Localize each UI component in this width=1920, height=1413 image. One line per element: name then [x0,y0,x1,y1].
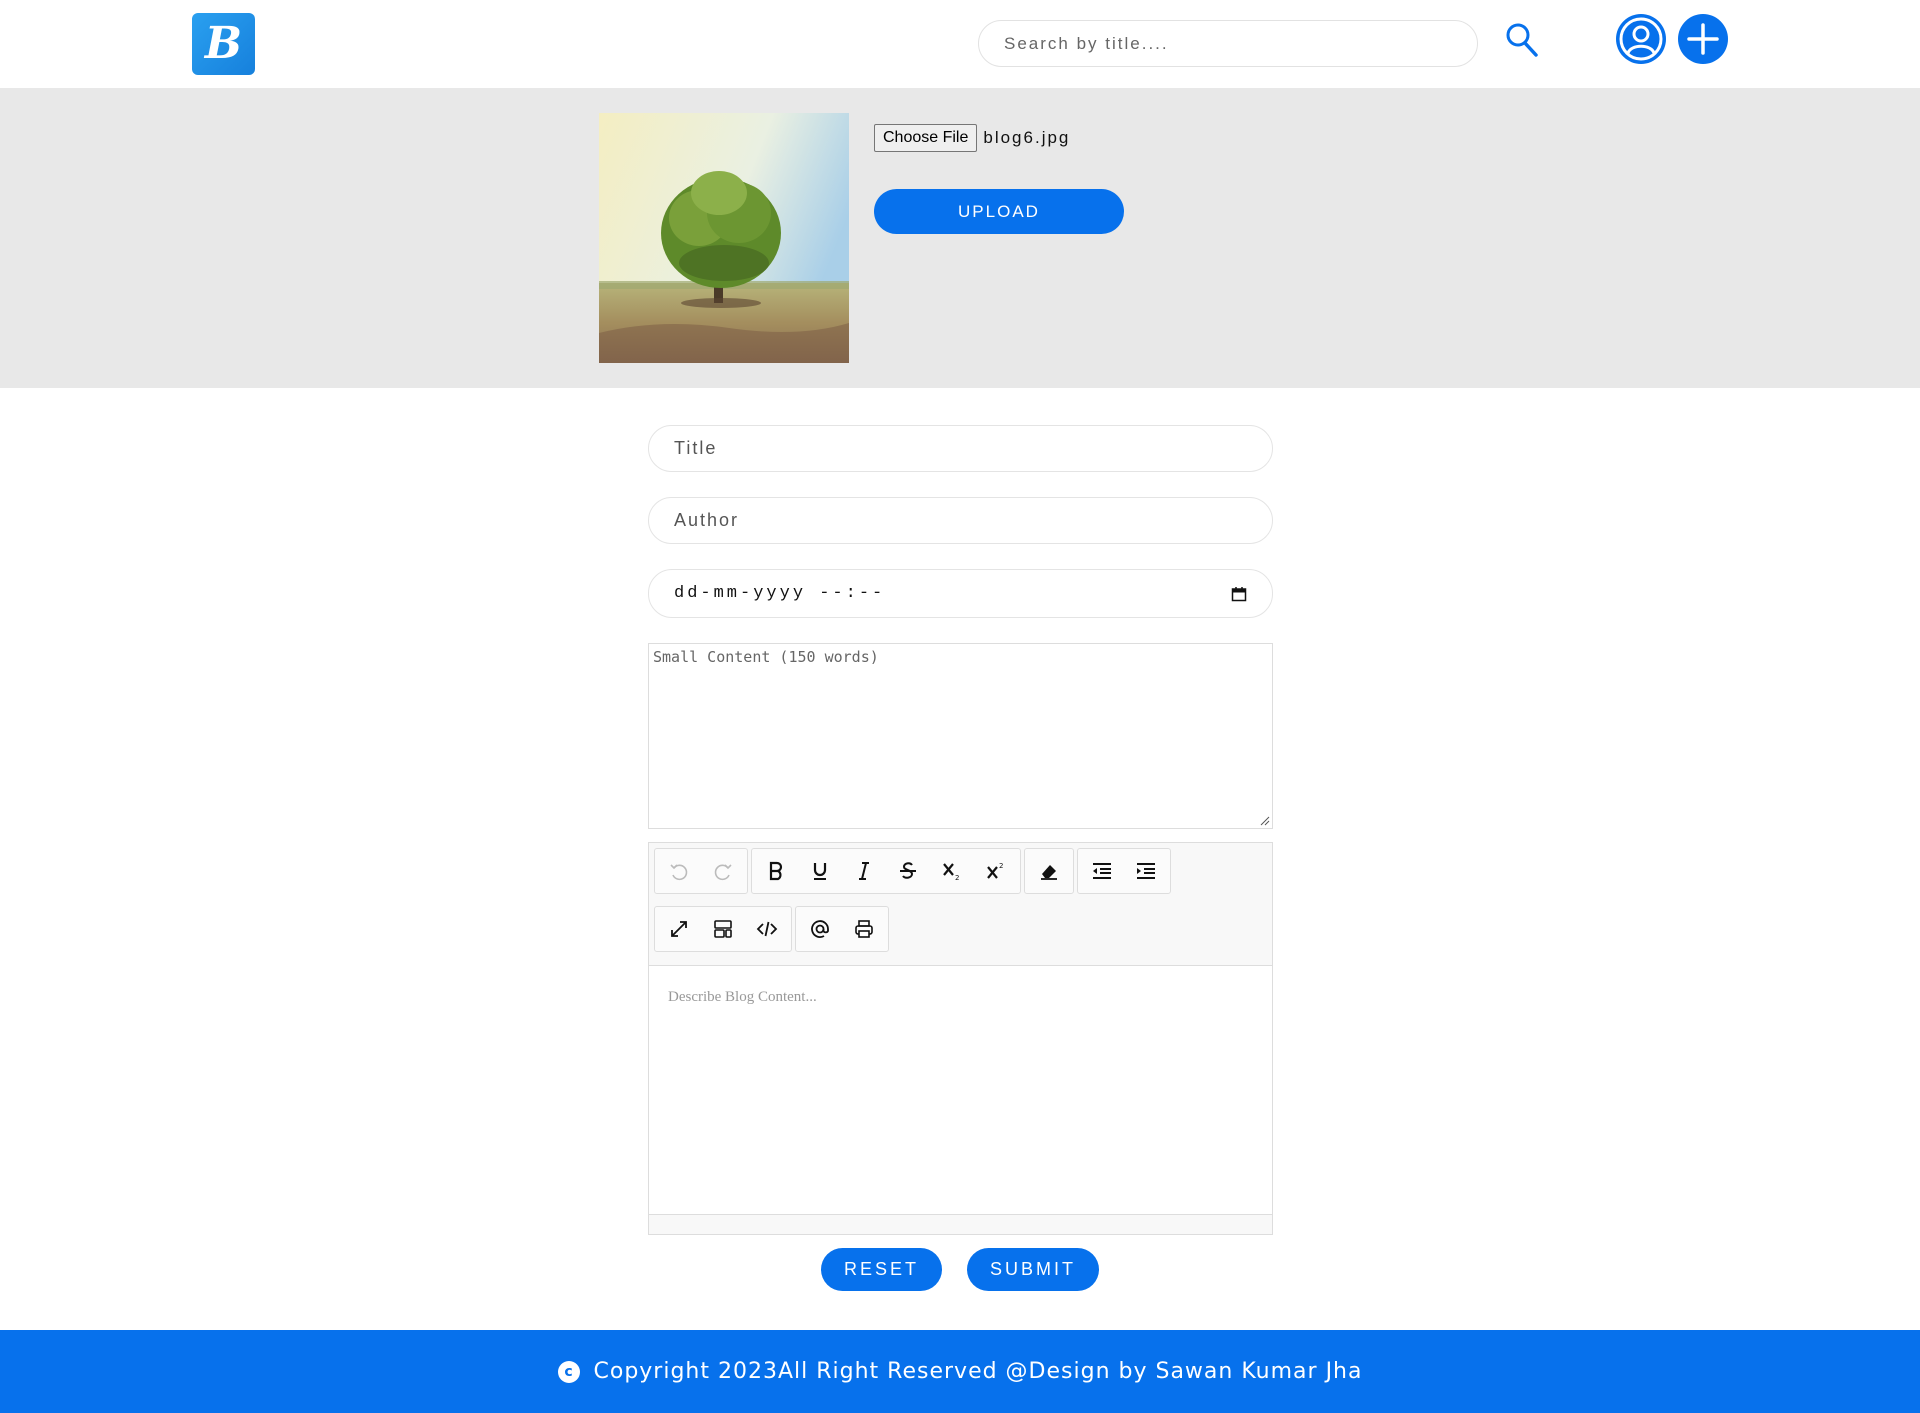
superscript-icon[interactable]: 2 [974,849,1018,893]
add-post-icon[interactable] [1677,13,1729,65]
editor-content-area[interactable]: Describe Blog Content... [649,965,1272,1215]
title-input[interactable] [648,425,1273,472]
reset-button[interactable]: RESET [821,1248,942,1291]
image-upload-section: Choose File blog6.jpg UPLOAD [0,88,1920,388]
format-group: 2 2 [751,848,1021,894]
view-group [654,906,792,952]
select-all-icon[interactable] [701,907,745,951]
indent-icon[interactable] [1124,849,1168,893]
italic-icon[interactable] [842,849,886,893]
misc-group [795,906,889,952]
outdent-icon[interactable] [1080,849,1124,893]
underline-icon[interactable] [798,849,842,893]
svg-text:2: 2 [999,862,1003,870]
indent-group [1077,848,1171,894]
datetime-placeholder: dd-mm-yyyy --:-- [674,584,886,603]
undo-icon[interactable] [657,849,701,893]
brand-logo[interactable]: B [192,13,255,75]
small-content-textarea[interactable] [648,643,1273,829]
file-picker: Choose File blog6.jpg [874,124,1070,152]
user-profile-icon[interactable] [1615,13,1667,65]
source-icon[interactable] [745,907,789,951]
editor-toolbar-row-2 [654,906,892,952]
editor-toolbar-row-1: 2 2 [654,848,1174,894]
choose-file-button[interactable]: Choose File [874,124,978,152]
editor-placeholder: Describe Blog Content... [668,989,817,1005]
logo-letter: B [204,18,243,69]
bold-icon[interactable] [754,849,798,893]
strikethrough-icon[interactable] [886,849,930,893]
eraser-icon[interactable] [1027,849,1071,893]
author-input[interactable] [648,497,1273,544]
resize-handle-icon[interactable] [1260,816,1270,826]
subscript-icon[interactable]: 2 [930,849,974,893]
fullsize-icon[interactable] [657,907,701,951]
calendar-icon[interactable] [1231,586,1247,602]
history-group [654,848,748,894]
mention-icon[interactable] [798,907,842,951]
blog-image-preview [599,113,849,363]
print-icon[interactable] [842,907,886,951]
svg-text:2: 2 [955,874,959,882]
rich-text-editor: 2 2 Describe Blog Content... [648,842,1273,1235]
selected-file-name: blog6.jpg [983,128,1071,147]
clear-group [1024,848,1074,894]
datetime-input[interactable]: dd-mm-yyyy --:-- [648,569,1273,618]
top-navbar: B [0,0,1920,88]
upload-button[interactable]: UPLOAD [874,189,1124,234]
redo-icon[interactable] [701,849,745,893]
search-icon[interactable] [1505,22,1539,58]
footer-copyright-text: Copyright 2023All Right Reserved @Design… [593,1359,1363,1384]
footer: c Copyright 2023All Right Reserved @Desi… [0,1330,1920,1413]
copyright-icon: c [557,1360,580,1383]
search-input[interactable] [978,20,1478,67]
submit-button[interactable]: SUBMIT [967,1248,1099,1291]
